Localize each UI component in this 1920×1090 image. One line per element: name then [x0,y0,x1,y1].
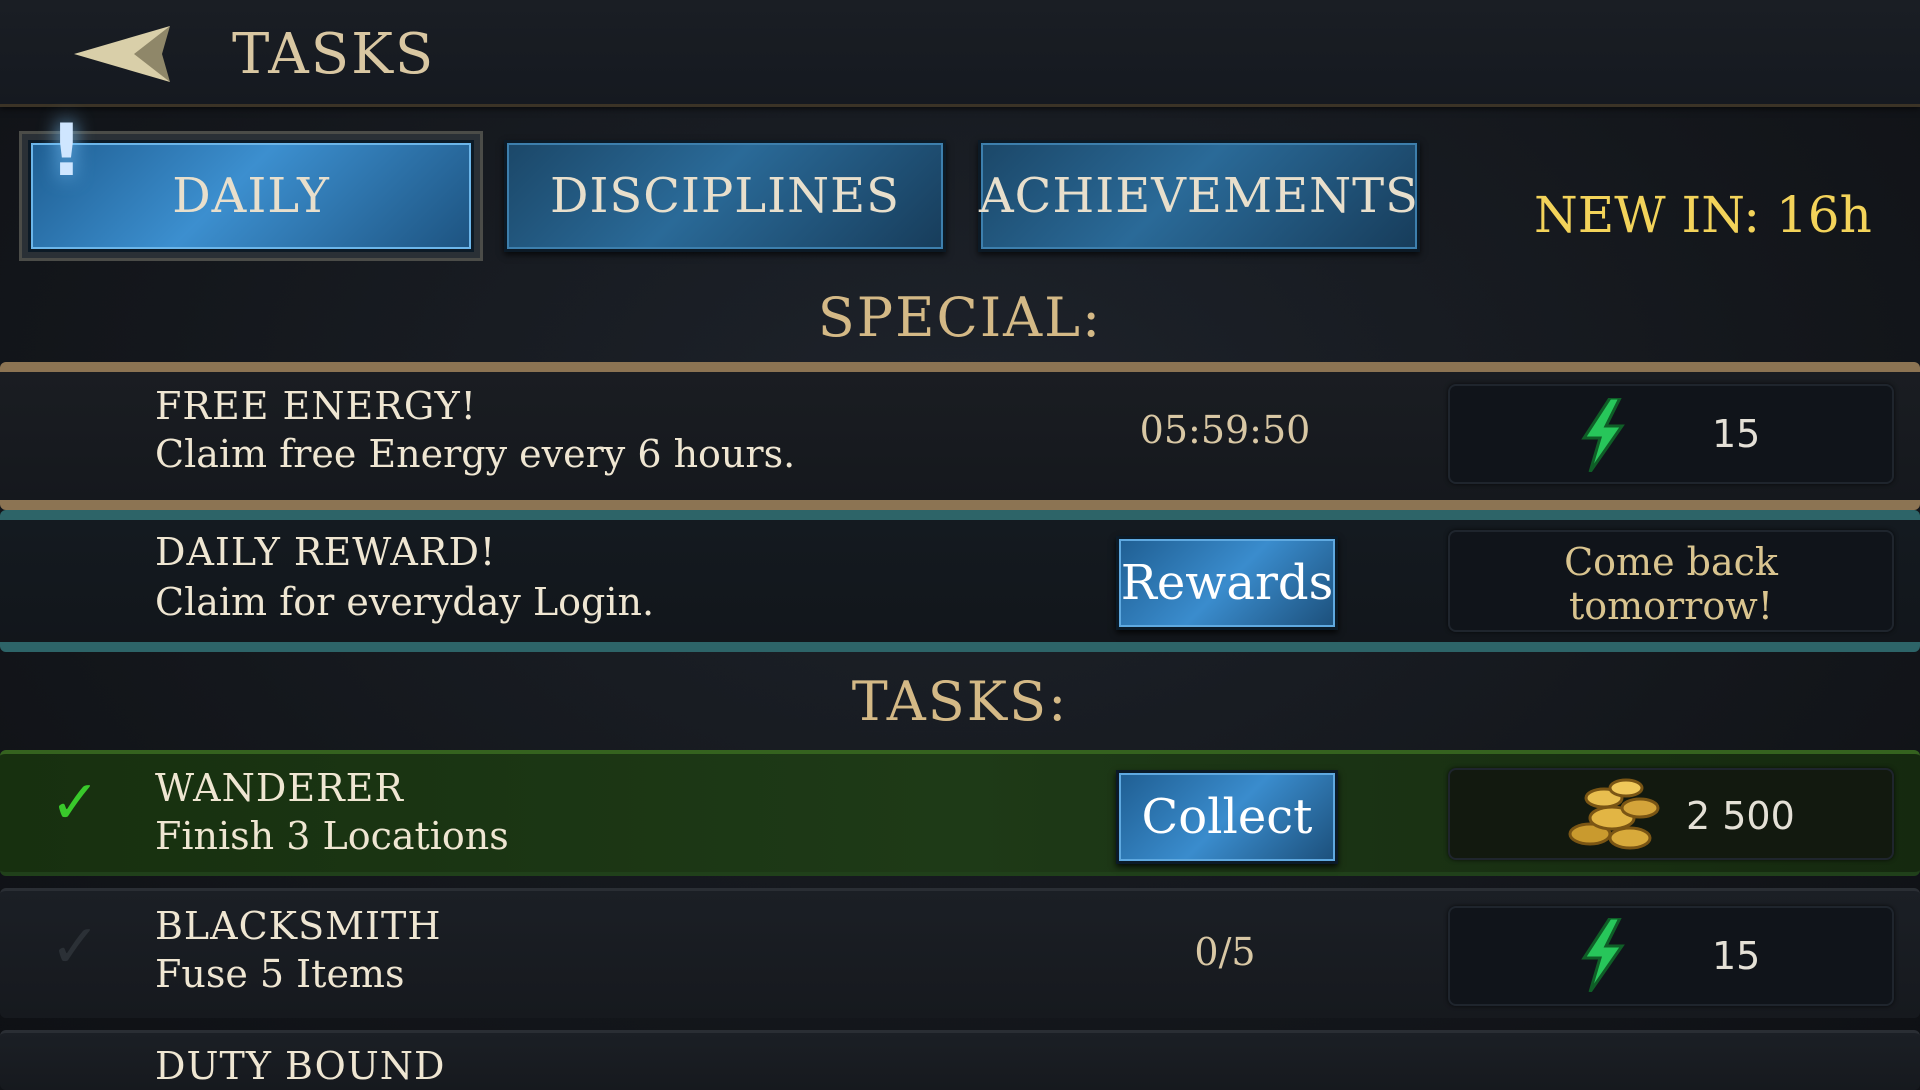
tab-disciplines[interactable]: DISCIPLINES [504,140,946,252]
energy-timer: 05:59:50 [1139,408,1311,452]
task-description: Finish 3 Locations [155,814,509,858]
reward-value: 15 [1712,412,1761,456]
task-name: WANDERER [155,766,405,810]
energy-bolt-icon [1580,916,1626,996]
task-row-blacksmith: ✓ BLACKSMITH Fuse 5 Items 0/5 15 [0,888,1920,1018]
reward-status-box: Come back tomorrow! [1448,530,1894,632]
reward-box: 15 [1448,906,1894,1006]
exclamation-alert-icon: ! [50,108,83,192]
special-section-title: SPECIAL: [817,286,1103,349]
task-name: FREE ENERGY! [155,384,477,428]
come-back-line1: Come back [1564,540,1778,584]
task-name: DAILY REWARD! [155,530,497,574]
tab-achievements[interactable]: ACHIEVEMENTS [978,140,1420,252]
check-icon: ✓ [50,768,101,838]
page-title: TASKS [232,22,436,87]
task-row-duty-bound: DUTY BOUND [0,1030,1920,1090]
gold-coins-icon [1560,774,1670,860]
energy-bolt-icon [1580,396,1626,476]
task-description: Claim free Energy every 6 hours. [155,432,796,476]
tab-daily[interactable]: DAILY [28,140,474,252]
task-progress: 0/5 [1194,930,1256,974]
reward-box: 2 500 [1448,768,1894,860]
special-row-daily-reward: DAILY REWARD! Claim for everyday Login. … [0,510,1920,652]
task-name: BLACKSMITH [155,904,442,948]
reward-box: 15 [1448,384,1894,484]
reward-value: 2 500 [1686,794,1795,838]
reward-value: 15 [1712,934,1761,978]
task-name: DUTY BOUND [155,1044,446,1088]
tasks-section-title: TASKS: [851,670,1069,733]
back-arrow-icon[interactable] [74,22,178,86]
task-description: Claim for everyday Login. [155,580,655,624]
task-description: Fuse 5 Items [155,952,405,996]
check-icon: ✓ [50,912,101,982]
come-back-line2: tomorrow! [1568,584,1774,628]
new-in-timer: NEW IN: 16h [1534,186,1872,244]
special-row-free-energy: FREE ENERGY! Claim free Energy every 6 h… [0,362,1920,510]
rewards-button[interactable]: Rewards [1116,536,1338,630]
collect-button[interactable]: Collect [1116,770,1338,864]
task-row-wanderer: ✓ WANDERER Finish 3 Locations Collect 2 … [0,750,1920,876]
